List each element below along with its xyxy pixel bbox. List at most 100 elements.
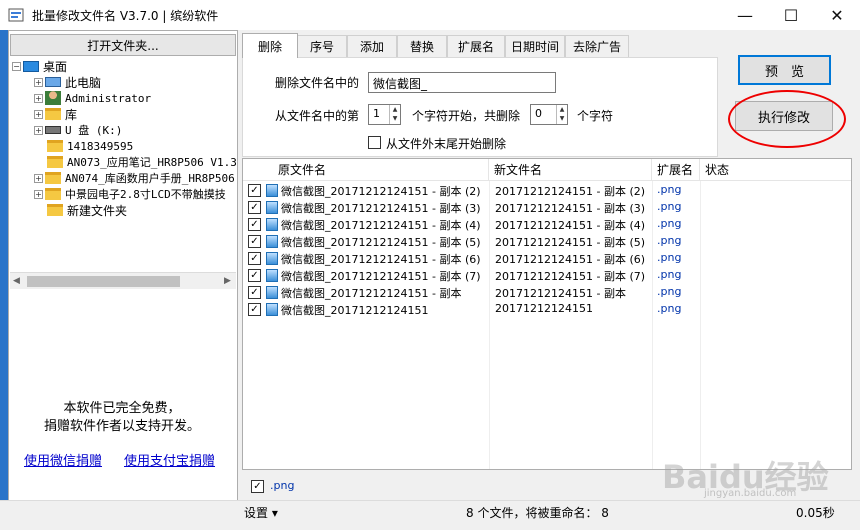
- stepper-arrows-icon[interactable]: ▲ ▼: [556, 105, 567, 124]
- tree-item-folder[interactable]: AN073_应用笔记_HR8P506 V1.3: [47, 154, 236, 170]
- tree-item-folder[interactable]: + AN074_库函数用户手册_HR8P506: [34, 170, 235, 186]
- row-checkbox-checked[interactable]: ✓: [248, 218, 261, 231]
- tab-sequence[interactable]: 序号: [297, 35, 347, 57]
- tab-extension[interactable]: 扩展名: [447, 35, 505, 57]
- row-checkbox-checked[interactable]: ✓: [248, 286, 261, 299]
- extension-cell: .png: [657, 217, 682, 230]
- row-checkbox-checked[interactable]: ✓: [248, 184, 261, 197]
- new-name-cell: 20171212124151 - 副本 (6): [495, 253, 646, 266]
- delete-name-label: 删除文件名中的: [275, 76, 360, 90]
- donate-wechat-link[interactable]: 使用微信捐赠: [24, 450, 102, 469]
- folder-tree[interactable]: − 桌面 + 此电脑 + Administrator + 库 + U 盘 (K:…: [10, 58, 236, 270]
- extension-cell: .png: [657, 251, 682, 264]
- row-checkbox-checked[interactable]: ✓: [248, 252, 261, 265]
- horizontal-scrollbar[interactable]: ◀ ▶: [10, 272, 236, 289]
- tab-datetime[interactable]: 日期时间: [505, 35, 565, 57]
- table-row[interactable]: ✓ 微信截图_20171212124151 - 副本 (2) 201712121…: [243, 182, 851, 199]
- delete-from-tail-label: 从文件外末尾开始删除: [386, 137, 507, 151]
- tree-item-label: 桌面: [43, 59, 68, 74]
- extension-cell: .png: [657, 234, 682, 247]
- delete-count-stepper[interactable]: 0 ▲ ▼: [530, 104, 568, 125]
- original-name-cell: 微信截图_20171212124151 - 副本: [281, 287, 462, 300]
- minimize-button[interactable]: —: [722, 0, 768, 30]
- tree-expander[interactable]: +: [34, 125, 43, 135]
- tree-item-label: 库: [65, 107, 78, 122]
- user-icon: [45, 91, 61, 105]
- desktop-edge: [0, 30, 8, 530]
- table-row[interactable]: ✓ 微信截图_20171212124151 - 副本 (6) 201712121…: [243, 250, 851, 267]
- tree-item-folder[interactable]: + 中景园电子2.8寸LCD不带触摸技: [34, 186, 226, 202]
- tab-add[interactable]: 添加: [347, 35, 397, 57]
- original-name-cell: 微信截图_20171212124151 - 副本 (5): [281, 236, 481, 249]
- filter-ext-checkbox[interactable]: ✓: [251, 480, 264, 493]
- scroll-left-icon[interactable]: ◀: [13, 276, 20, 286]
- column-extension[interactable]: 扩展名: [652, 159, 700, 181]
- tree-expander[interactable]: +: [34, 93, 43, 103]
- start-position-stepper[interactable]: 1 ▲ ▼: [368, 104, 401, 125]
- filter-ext-label: .png: [270, 479, 295, 492]
- column-new-name[interactable]: 新文件名: [489, 159, 652, 181]
- elapsed-time: 0.05秒: [796, 506, 835, 520]
- tree-expander[interactable]: +: [34, 77, 43, 87]
- tree-expander[interactable]: −: [12, 61, 21, 71]
- image-file-icon: [266, 303, 278, 316]
- open-folder-button[interactable]: 打开文件夹...: [10, 34, 236, 56]
- app-icon: [8, 8, 24, 22]
- tree-item-this-pc[interactable]: + 此电脑: [34, 74, 101, 90]
- table-row[interactable]: ✓ 微信截图_20171212124151 - 副本 (4) 201712121…: [243, 216, 851, 233]
- original-name-cell: 微信截图_20171212124151 - 副本 (2): [281, 185, 481, 198]
- scrollbar-thumb[interactable]: [27, 276, 180, 287]
- library-icon: [45, 108, 61, 120]
- row-checkbox-checked[interactable]: ✓: [248, 201, 261, 214]
- column-original-name[interactable]: 原文件名: [273, 159, 489, 181]
- tree-item-administrator[interactable]: + Administrator: [34, 90, 151, 106]
- close-button[interactable]: ✕: [814, 0, 860, 30]
- table-row[interactable]: ✓ 微信截图_20171212124151 - 副本 (3) 201712121…: [243, 199, 851, 216]
- row-checkbox-checked[interactable]: ✓: [248, 235, 261, 248]
- tree-expander[interactable]: +: [34, 173, 43, 183]
- tree-item-folder[interactable]: 1418349595: [47, 138, 133, 154]
- tree-item-label: Administrator: [65, 91, 152, 105]
- settings-menu[interactable]: 设置 ▾: [244, 504, 278, 521]
- status-bar: [0, 500, 860, 530]
- tree-expander[interactable]: +: [34, 109, 43, 119]
- delete-count-value: 0: [535, 107, 542, 120]
- image-file-icon: [266, 184, 278, 197]
- image-file-icon: [266, 252, 278, 265]
- table-row[interactable]: ✓ 微信截图_20171212124151 - 副本 (5) 201712121…: [243, 233, 851, 250]
- tab-delete[interactable]: 删除: [242, 33, 298, 58]
- row-checkbox-checked[interactable]: ✓: [248, 303, 261, 316]
- window-title: 批量修改文件名 V3.7.0 | 缤纷软件: [32, 9, 219, 23]
- tab-replace[interactable]: 替换: [397, 35, 447, 57]
- donate-alipay-link[interactable]: 使用支付宝捐赠: [124, 450, 215, 469]
- stepper-arrows-icon[interactable]: ▲ ▼: [389, 105, 400, 124]
- table-row[interactable]: ✓ 微信截图_20171212124151 20171212124151 .pn…: [243, 301, 851, 318]
- tree-item-label: 1418349595: [67, 139, 134, 153]
- maximize-button[interactable]: ☐: [768, 0, 814, 30]
- tree-item-desktop[interactable]: − 桌面: [12, 58, 67, 74]
- folder-icon: [47, 156, 63, 168]
- preview-button[interactable]: 预 览: [738, 55, 831, 85]
- delete-text-input[interactable]: 微信截图_: [368, 72, 556, 93]
- computer-icon: [45, 77, 61, 87]
- new-name-cell: 20171212124151 - 副本: [495, 287, 626, 300]
- extension-cell: .png: [657, 285, 682, 298]
- column-status[interactable]: 状态: [700, 159, 851, 181]
- highlight-ellipse: [728, 90, 846, 148]
- file-list[interactable]: 原文件名 新文件名 扩展名 状态 ✓ 微信截图_20171212124151 -…: [242, 158, 852, 470]
- table-row[interactable]: ✓ 微信截图_20171212124151 - 副本 (7) 201712121…: [243, 267, 851, 284]
- image-file-icon: [266, 201, 278, 214]
- delete-from-tail-checkbox[interactable]: [368, 136, 381, 149]
- tab-remove-ads[interactable]: 去除广告: [565, 35, 629, 57]
- tree-item-usb-drive[interactable]: + U 盘 (K:): [34, 122, 122, 138]
- image-file-icon: [266, 286, 278, 299]
- tree-expander[interactable]: +: [34, 189, 43, 199]
- scroll-right-icon[interactable]: ▶: [224, 276, 231, 286]
- file-count-status: 8 个文件，将被重命名： 8: [466, 506, 609, 520]
- row-checkbox-checked[interactable]: ✓: [248, 269, 261, 282]
- tree-item-label: 中景园电子2.8寸LCD不带触摸技: [65, 188, 226, 201]
- tree-item-folder[interactable]: 新建文件夹: [47, 202, 127, 218]
- tree-item-label: AN074_库函数用户手册_HR8P506: [65, 172, 235, 185]
- tree-item-library[interactable]: + 库: [34, 106, 77, 122]
- table-row[interactable]: ✓ 微信截图_20171212124151 - 副本 2017121212415…: [243, 284, 851, 301]
